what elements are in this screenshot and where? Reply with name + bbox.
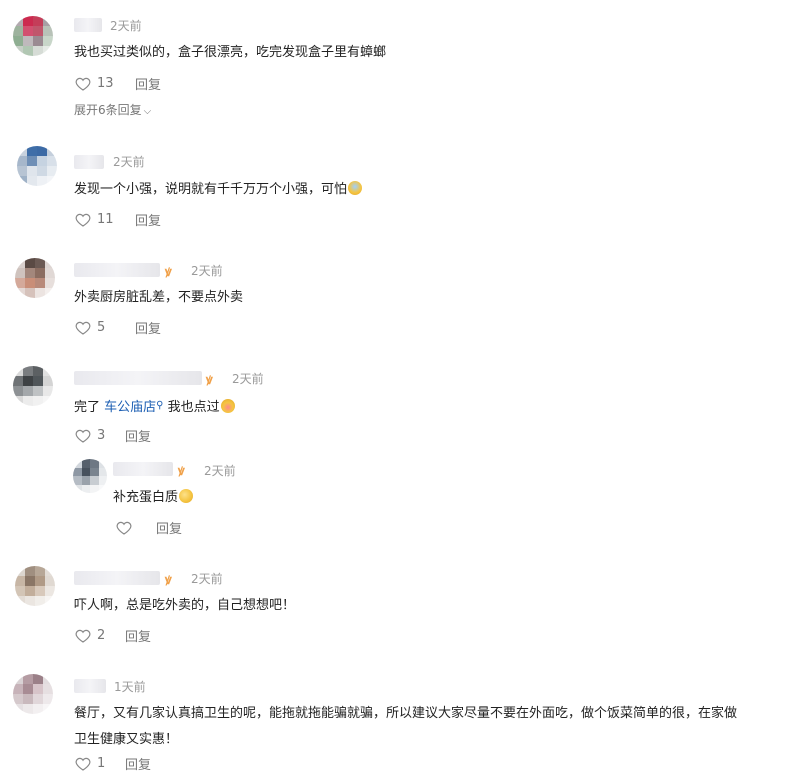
like-icon[interactable] <box>75 320 91 336</box>
comment-actions: 11 回复 <box>75 210 161 229</box>
like-count: 5 <box>97 320 106 335</box>
comment-time: 2天前 <box>232 372 264 386</box>
reply-button[interactable]: 回复 <box>135 318 161 337</box>
comment-actions: 13 回复 <box>75 74 161 93</box>
like-count: 2 <box>97 628 106 643</box>
like-icon[interactable] <box>116 520 132 536</box>
comment-text-line-1: 餐厅，又有几家认真搞卫生的呢，能拖就拖能骗就骗，所以建议大家尽量不要在外面吃，做… <box>74 706 738 721</box>
avatar[interactable] <box>17 146 57 186</box>
username[interactable] <box>74 263 160 277</box>
comment-text: 发现一个小强，说明就有千千万万个小强，可怕 <box>74 177 363 203</box>
like-count: 13 <box>97 76 114 91</box>
avatar[interactable] <box>13 366 53 406</box>
avatar[interactable] <box>15 258 55 298</box>
thinking-emoji-icon <box>179 489 194 503</box>
comment-time: 2天前 <box>204 464 236 478</box>
like-icon[interactable] <box>75 628 91 644</box>
comment-actions: 1 回复 <box>75 754 151 773</box>
comment-text-after: 我也点过 <box>163 400 220 415</box>
comment-time: 2天前 <box>191 264 223 278</box>
username[interactable] <box>113 462 173 476</box>
comment-time: 2天前 <box>113 155 145 169</box>
comment-text: 补充蛋白质 <box>113 485 194 511</box>
vip-badge-icon: ꝟ <box>165 573 172 588</box>
like-count: 1 <box>97 756 106 771</box>
comment-time: 2天前 <box>110 19 142 33</box>
reply-button[interactable]: 回复 <box>135 74 161 93</box>
comment-time: 1天前 <box>114 680 146 694</box>
avatar[interactable] <box>13 674 53 714</box>
reply-button[interactable]: 回复 <box>125 626 151 645</box>
like-count: 11 <box>97 212 114 227</box>
comment-actions: 5 回复 <box>75 318 161 337</box>
comment-text-before: 完了 <box>74 400 105 415</box>
avatar[interactable] <box>13 16 53 56</box>
comment-text-content: 补充蛋白质 <box>113 490 179 505</box>
avatar[interactable] <box>73 459 107 493</box>
expand-replies-button[interactable]: 展开6条回复 ⌵ <box>74 101 151 118</box>
vip-badge-icon: ꝟ <box>206 373 213 388</box>
comment-text-line-2: 卫生健康又实惠！ <box>74 732 179 747</box>
avatar[interactable] <box>15 566 55 606</box>
chevron-down-icon: ⌵ <box>143 106 152 117</box>
username[interactable] <box>74 18 102 32</box>
like-count: 3 <box>97 428 106 443</box>
reply-button[interactable]: 回复 <box>125 426 151 445</box>
scared-emoji-icon <box>348 181 363 195</box>
comment-actions: 3 回复 <box>75 426 151 445</box>
like-icon[interactable] <box>75 76 91 92</box>
comment-text: 外卖厨房脏乱差，不要点外卖 <box>74 290 244 305</box>
username[interactable] <box>74 371 202 385</box>
comment-actions: 回复 <box>116 518 182 537</box>
tongue-emoji-icon <box>220 399 235 413</box>
comment-actions: 2 回复 <box>75 626 151 645</box>
reply-button[interactable]: 回复 <box>135 210 161 229</box>
like-icon[interactable] <box>75 212 91 228</box>
vip-badge-icon: ꝟ <box>178 464 185 479</box>
vip-badge-icon: ꝟ <box>165 265 172 280</box>
reply-button[interactable]: 回复 <box>156 518 182 537</box>
like-icon[interactable] <box>75 428 91 444</box>
username[interactable] <box>74 679 106 693</box>
comment-text: 餐厅，又有几家认真搞卫生的呢，能拖就拖能骗就骗，所以建议大家尽量不要在外面吃，做… <box>74 701 737 753</box>
comment-text: 我也买过类似的，盒子很漂亮，吃完发现盒子里有蟑螂 <box>74 45 387 60</box>
expand-label: 展开6条回复 <box>74 103 142 117</box>
like-icon[interactable] <box>75 756 91 772</box>
comment-text: 吓人啊，总是吃外卖的，自己想想吧！ <box>74 598 296 613</box>
comment-time: 2天前 <box>191 572 223 586</box>
username[interactable] <box>74 155 104 169</box>
comment-text-content: 发现一个小强，说明就有千千万万个小强，可怕 <box>74 182 348 197</box>
comment-text: 完了 车公庙店⚲ 我也点过 <box>74 393 235 421</box>
username[interactable] <box>74 571 160 585</box>
reply-button[interactable]: 回复 <box>125 754 151 773</box>
store-link[interactable]: 车公庙店 <box>104 400 156 415</box>
